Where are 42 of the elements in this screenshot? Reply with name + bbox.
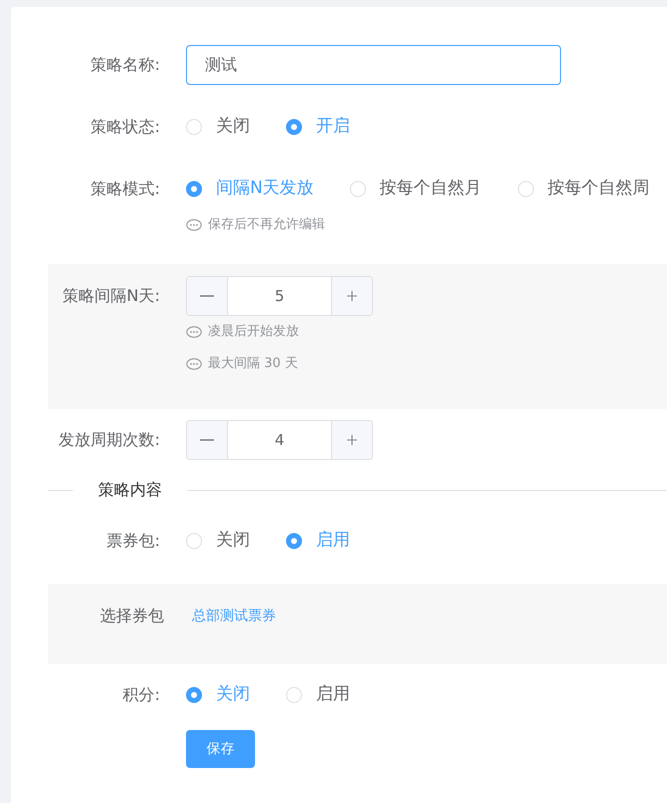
stepper-value: 5 (274, 286, 286, 307)
minus-icon (200, 295, 214, 297)
field-label: 票券包: (106, 530, 160, 552)
field-label: 策略模式: (90, 178, 160, 200)
radio-button[interactable] (286, 687, 302, 703)
name-input-field[interactable]: 测试 (186, 45, 561, 85)
radio-button[interactable] (286, 119, 302, 135)
radio-button[interactable] (186, 687, 202, 703)
chat-bubble-icon (186, 326, 202, 338)
chat-bubble-icon (186, 358, 202, 370)
number-stepper[interactable]: 5 (186, 276, 373, 316)
radio-label[interactable]: 启用 (316, 682, 350, 708)
hint-text: 最大间隔 30 天 (208, 355, 298, 374)
hint-text: 保存后不再允许编辑 (208, 216, 325, 234)
increment-button[interactable] (331, 277, 372, 315)
radio-label[interactable]: 按每个自然月 (380, 176, 482, 202)
field-label: 积分: (122, 684, 160, 706)
radio-button[interactable] (518, 181, 534, 197)
radio-button[interactable] (186, 181, 202, 197)
radio-label[interactable]: 按每个自然周 (548, 176, 650, 202)
increment-button[interactable] (331, 421, 372, 459)
radio-label[interactable]: 关闭 (216, 528, 250, 554)
decrement-button[interactable] (187, 277, 228, 315)
field-label: 发放周期次数: (58, 429, 160, 451)
minus-icon (200, 439, 214, 441)
chat-bubble-icon (186, 219, 202, 231)
radio-label[interactable]: 关闭 (216, 114, 250, 140)
field-label: 策略间隔N天: (62, 285, 160, 307)
hint-text: 凌晨后开始发放 (208, 323, 299, 342)
plus-icon (344, 288, 360, 304)
decrement-button[interactable] (187, 421, 228, 459)
field-label: 策略名称: (90, 54, 160, 76)
stepper-value: 4 (274, 430, 286, 451)
number-stepper[interactable]: 4 (186, 420, 373, 460)
radio-button[interactable] (350, 181, 366, 197)
plus-icon (344, 432, 360, 448)
section-title: 策略内容 (97, 479, 163, 501)
radio-button[interactable] (186, 533, 202, 549)
field-label: 策略状态: (90, 116, 160, 138)
radio-button[interactable] (286, 533, 302, 549)
radio-button[interactable] (186, 119, 202, 135)
field-label: 选择券包 (100, 605, 164, 627)
